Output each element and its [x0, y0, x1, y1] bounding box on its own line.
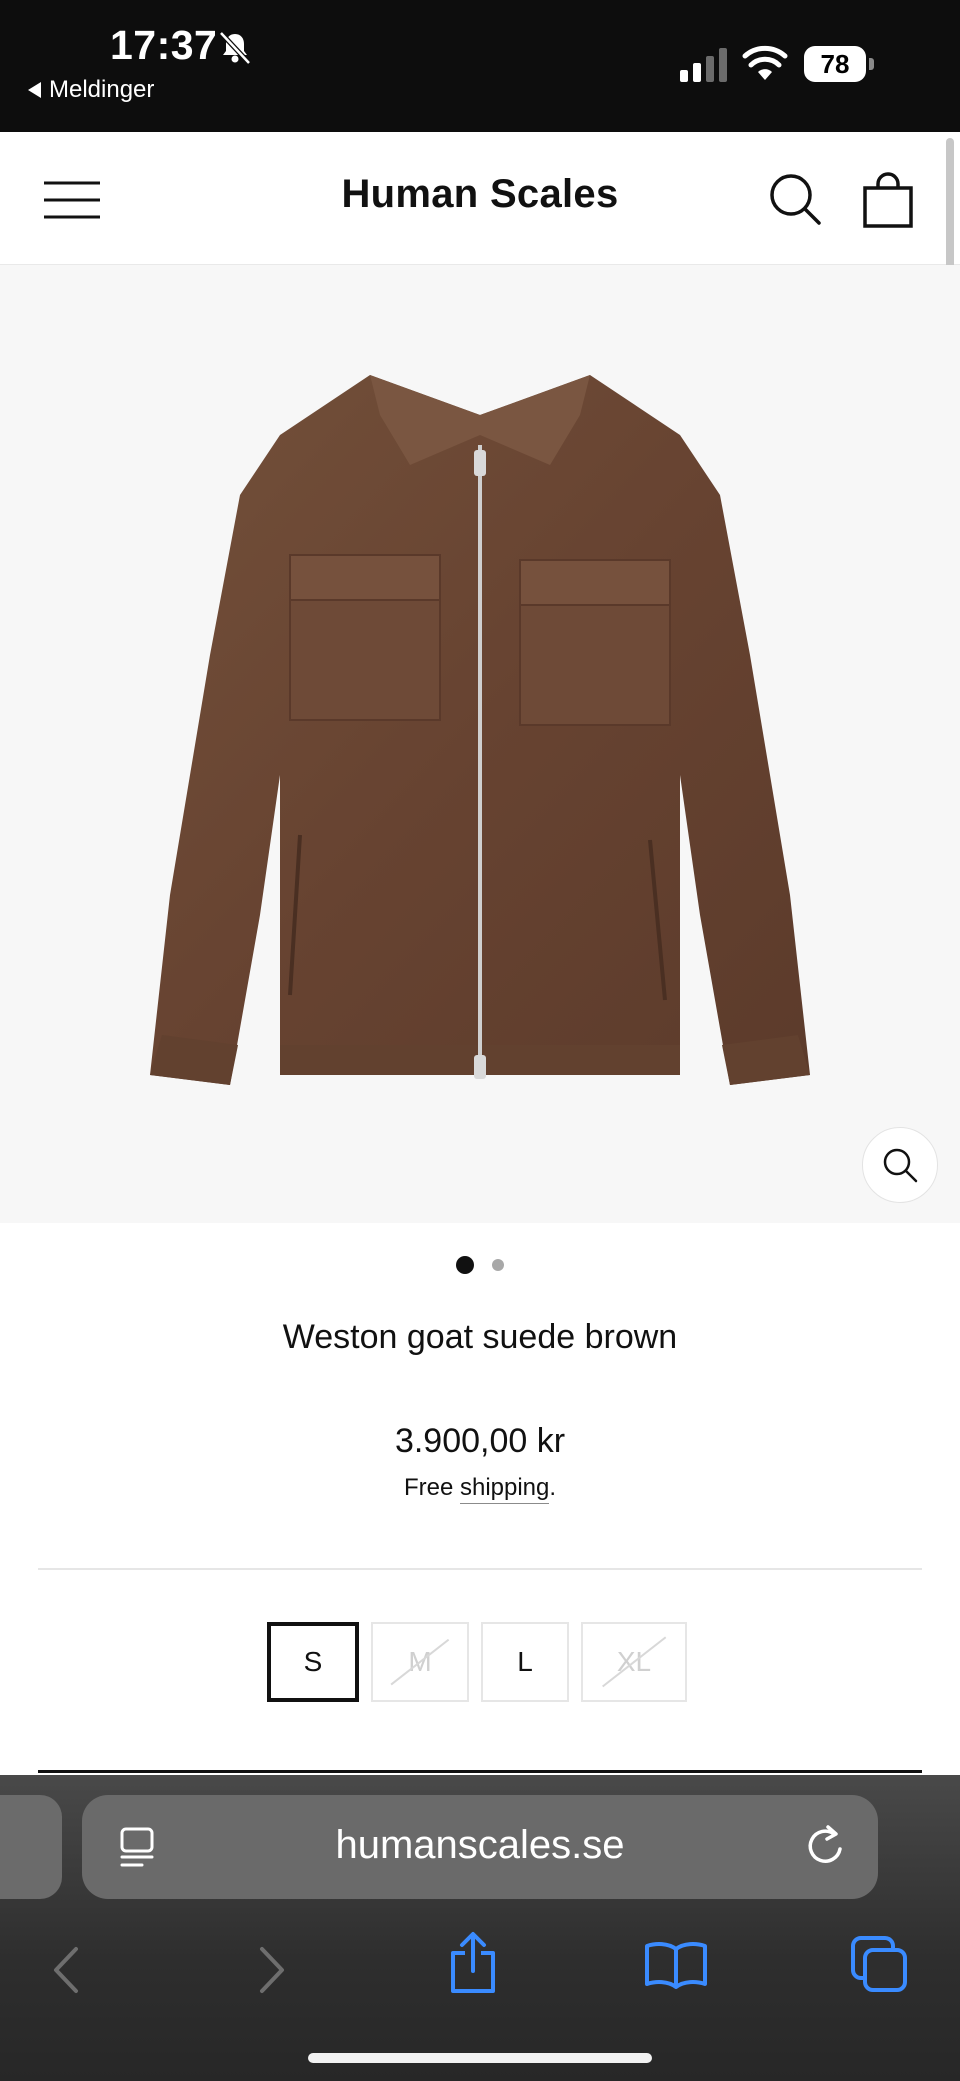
gallery-dot-active[interactable]: [456, 1256, 474, 1274]
status-bar: 17:37 Meldinger 78: [0, 0, 960, 132]
browser-toolbar: humanscales.se: [0, 1775, 960, 2081]
gallery-pagination: [0, 1256, 960, 1274]
zoom-magnifier-icon: [883, 1148, 918, 1183]
shipping-link[interactable]: shipping: [459, 1474, 550, 1504]
section-divider: [38, 1568, 922, 1570]
size-option-s[interactable]: S: [267, 1622, 359, 1702]
size-selector: S M L XL: [267, 1622, 687, 1702]
site-header: Human Scales: [0, 132, 960, 265]
previous-tab-preview[interactable]: [0, 1795, 62, 1899]
zoom-button[interactable]: [862, 1127, 938, 1203]
back-app-label: Meldinger: [49, 76, 155, 103]
address-bar[interactable]: humanscales.se: [82, 1795, 878, 1899]
product-title: Weston goat suede brown: [282, 1318, 678, 1356]
product-image-gallery[interactable]: [0, 265, 960, 1223]
share-icon[interactable]: [448, 1931, 498, 1995]
battery-level: 78: [804, 46, 866, 82]
back-chevron-icon[interactable]: [50, 1945, 80, 1995]
battery-indicator: 78: [804, 46, 876, 82]
browser-nav-row: [0, 1925, 960, 2015]
status-time: 17:37: [110, 22, 218, 68]
tabs-icon[interactable]: [850, 1935, 908, 1993]
shipping-suffix: .: [549, 1474, 557, 1501]
forward-chevron-icon[interactable]: [258, 1945, 288, 1995]
add-to-cart-button-edge[interactable]: [38, 1770, 922, 1773]
back-triangle-icon: [28, 82, 41, 98]
gallery-dot[interactable]: [492, 1259, 504, 1271]
bookmarks-icon[interactable]: [644, 1939, 708, 1989]
home-indicator: [308, 2053, 652, 2063]
shipping-prefix: Free: [403, 1474, 460, 1501]
reload-icon[interactable]: [802, 1823, 848, 1869]
search-icon[interactable]: [768, 172, 822, 226]
size-option-m[interactable]: M: [371, 1622, 469, 1702]
wifi-icon: [742, 45, 788, 80]
size-option-l[interactable]: L: [481, 1622, 569, 1702]
size-option-xl[interactable]: XL: [581, 1622, 687, 1702]
url-text: humanscales.se: [335, 1823, 625, 1867]
back-to-app-link[interactable]: Meldinger: [28, 76, 154, 104]
cellular-signal-icon: [680, 48, 727, 82]
battery-nub: [869, 58, 874, 70]
product-photo-jacket: [150, 375, 810, 1085]
silent-bell-icon: [219, 31, 251, 65]
product-price: 3.900,00 kr: [394, 1422, 566, 1460]
shipping-note: Free shipping.: [0, 1474, 960, 1504]
shopping-bag-icon[interactable]: [862, 172, 914, 228]
